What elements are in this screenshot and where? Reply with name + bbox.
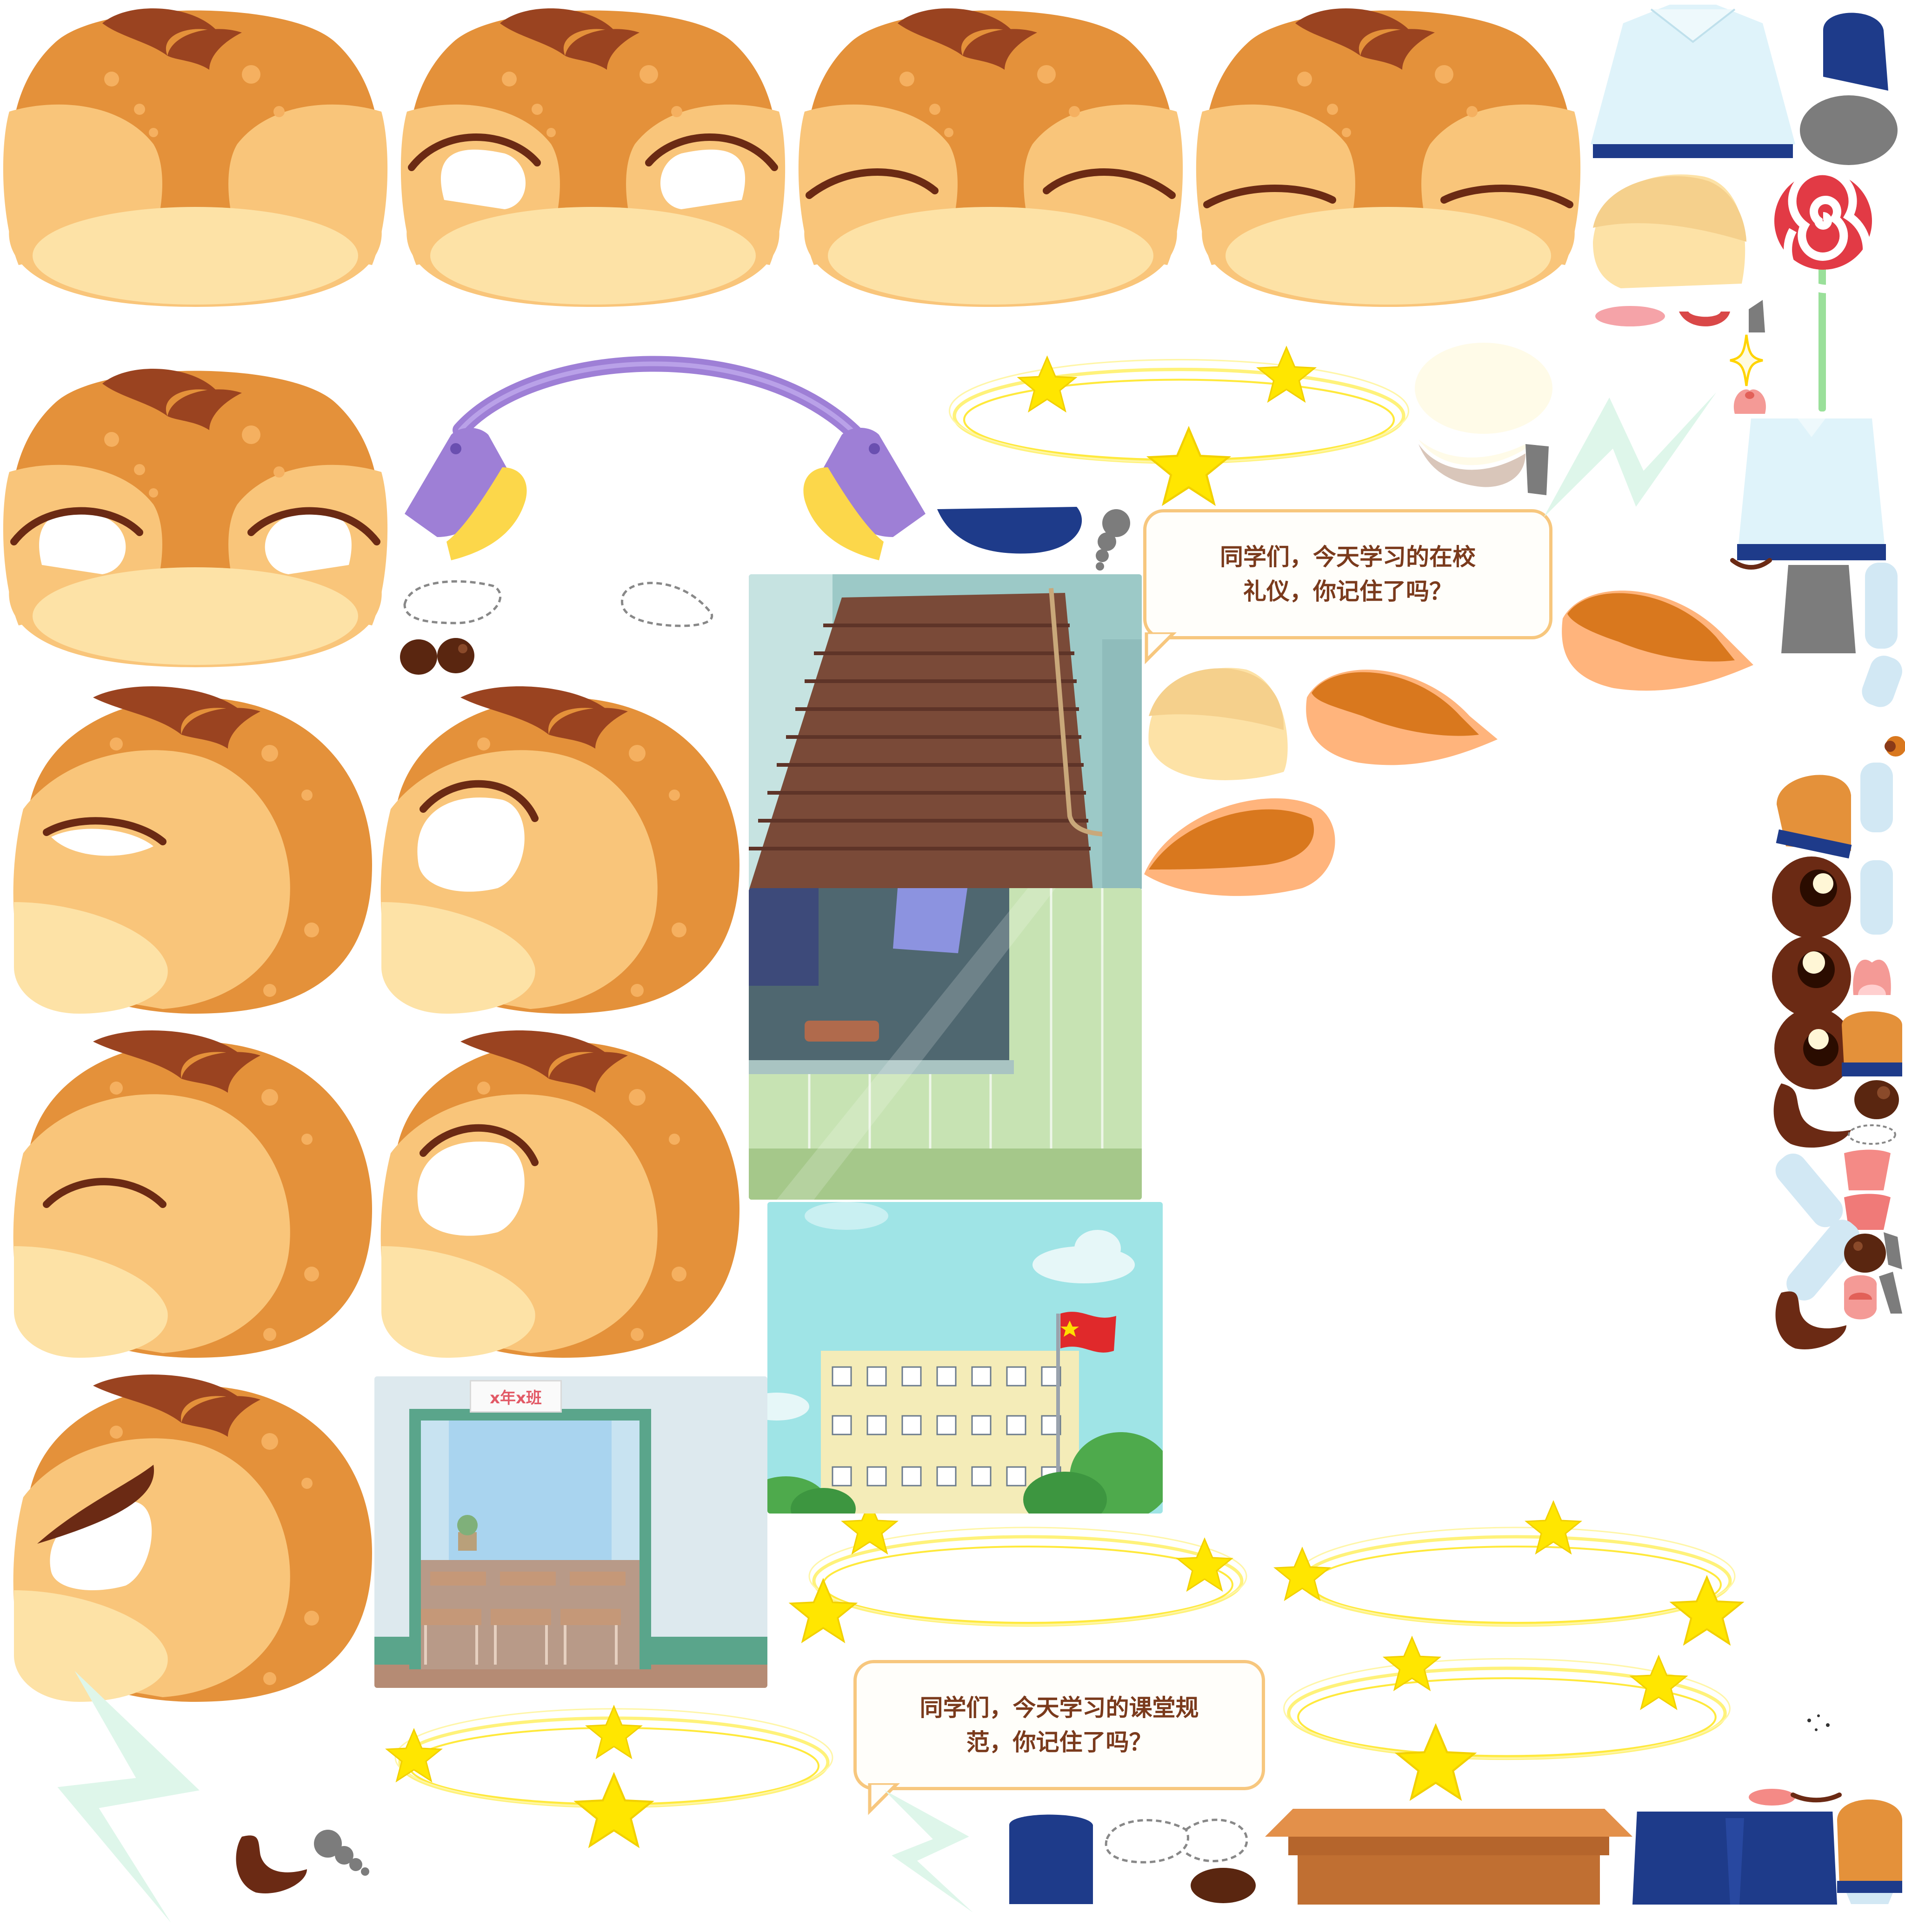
light-blue-strip-2 (1860, 656, 1902, 711)
beaver-head-front-wide-eyes (0, 342, 395, 695)
speech-bubble-etiquette: 同学们，今天学习的在校 礼仪，你记住了吗？ (1143, 509, 1552, 639)
light-blue-strip-3 (1856, 763, 1898, 832)
navy-cap-brim (937, 505, 1086, 556)
navy-sleeve-icon-2 (1005, 1811, 1098, 1904)
speech-bubble-classroom: 同学们，今天学习的课堂规 范，你记住了吗？ (853, 1660, 1265, 1790)
light-blue-strip-1 (1860, 563, 1902, 651)
muzzle-shadow-icon (1419, 435, 1525, 491)
beaver-head-side-open-2 (377, 1028, 744, 1372)
arm-orange-2 (1842, 1007, 1902, 1081)
classroom-door-scene: x年x班 (374, 1376, 767, 1688)
beaver-head-front-squint (1193, 5, 1588, 312)
sprite-sheet: 同学们，今天学习的在校 礼仪，你记住了吗？ 同学们，今天学习的课堂规 范，你记住… (0, 0, 1905, 1923)
brown-curl-icon-1 (1772, 1079, 1856, 1153)
headphones-icon (395, 342, 939, 574)
brown-curl-icon-2 (1772, 1283, 1851, 1353)
speech-bubble-text: 同学们，今天学习的在校 礼仪，你记住了吗？ (1220, 544, 1476, 605)
grey-tail-icon (1088, 507, 1132, 572)
dashed-oval-small (1846, 1123, 1898, 1146)
shirt-body (1732, 418, 1891, 572)
navy-sleeve-icon (1805, 2, 1898, 95)
mouth-line-icon (1791, 1786, 1842, 1804)
beaver-head-front-plain (0, 5, 395, 312)
pupil-pair-icon (398, 635, 477, 677)
tongue-pink-icon (1851, 953, 1893, 1004)
star-ring-effect-5 (1270, 1636, 1744, 1799)
grey-tooth-icon-3 (1877, 1272, 1905, 1314)
tail-small-icon (1884, 728, 1905, 765)
school-building-scene (767, 1202, 1163, 1514)
arm-orange-3 (1837, 1793, 1902, 1904)
shirt-collar-top (1591, 5, 1795, 167)
star-ring-effect-4 (367, 1693, 860, 1846)
eye-ball-2 (1772, 935, 1851, 1018)
grey-tooth-icon (1739, 300, 1767, 332)
light-blue-strip-4 (1856, 860, 1898, 935)
sparkle-icon (1730, 334, 1763, 386)
grey-bar-icon (1525, 444, 1549, 495)
star-ring-effect-1 (935, 339, 1423, 507)
grey-pants-icon (1781, 565, 1856, 653)
classroom-sign: x年x班 (470, 1380, 562, 1413)
mouth-smile-icon (1730, 556, 1772, 574)
dashed-shape-outline-2 (619, 577, 726, 632)
muzzle-light-icon (1414, 342, 1553, 435)
beaver-head-side-closed (9, 1028, 377, 1372)
eye-ball-1 (1772, 856, 1851, 939)
lollipop-icon (1772, 166, 1874, 412)
grey-oval-icon (1800, 95, 1898, 165)
beaver-head-side-wink (9, 684, 377, 1028)
staircase-scene (749, 574, 1142, 890)
blush-strip-icon (1749, 1788, 1795, 1806)
speech-bubble-text: 同学们，今天学习的课堂规 范，你记住了吗？ (919, 1694, 1199, 1756)
ear-patch-orange-2 (1558, 581, 1753, 702)
star-ring-effect-2 (767, 1501, 1288, 1665)
ear-patch-light (1144, 660, 1298, 790)
beaver-head-front-open-eyes (398, 5, 793, 312)
dashed-outline-pair (1098, 1811, 1256, 1904)
brown-curl-icon-3 (233, 1827, 312, 1897)
beaver-head-side-angry (9, 1372, 377, 1716)
mouth-pink-icon (1842, 1149, 1893, 1190)
ear-patch-orange-3 (1144, 790, 1339, 902)
face-patch-light (1593, 167, 1751, 293)
chalkboard-scene (749, 888, 1142, 1200)
arm-orange-1 (1776, 767, 1856, 859)
grey-tooth-icon-2 (1879, 1232, 1905, 1269)
mouth-open-icon (1679, 309, 1730, 332)
shorts-icon (1632, 1799, 1837, 1905)
dots-icon (1805, 1711, 1837, 1734)
desk-icon (1265, 1809, 1632, 1905)
beaver-head-front-happy (795, 5, 1191, 312)
beaver-head-side-open (377, 684, 744, 1028)
lightning-icon-3 (845, 1787, 1011, 1919)
blush-icon (1595, 305, 1665, 328)
dashed-shape-outline (400, 577, 507, 628)
pupil-small-icon (1853, 1079, 1900, 1121)
tongue-icon (1730, 386, 1770, 414)
grey-tail-icon-2 (312, 1827, 377, 1883)
ear-patch-orange-1 (1302, 660, 1498, 777)
